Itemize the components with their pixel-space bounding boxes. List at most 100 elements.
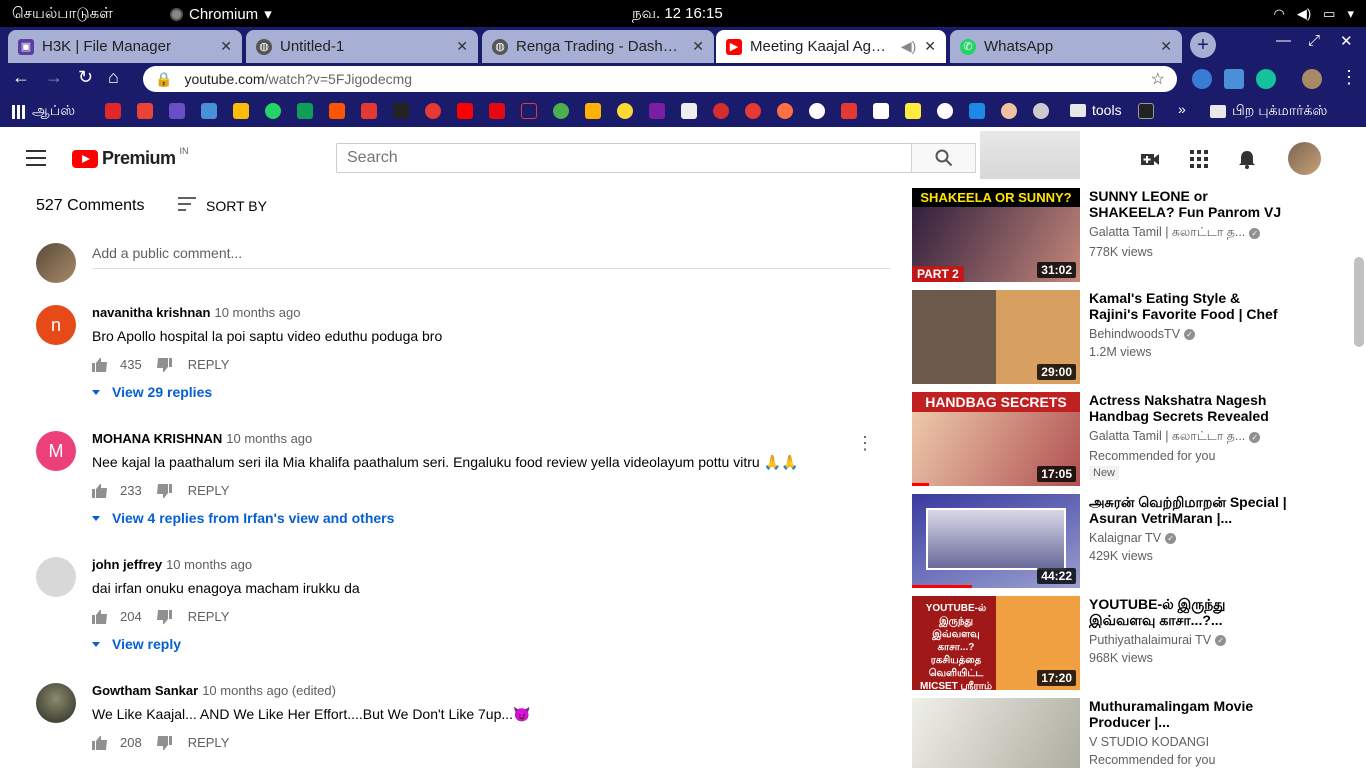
voot-icon[interactable] [649,103,665,119]
like-icon[interactable] [92,735,108,750]
activities-button[interactable]: செயல்பாடுகள் [12,5,113,24]
more-bookmarks-icon[interactable]: » [1178,101,1186,117]
channel-name[interactable]: BehindwoodsTV [1089,327,1180,341]
video-thumbnail[interactable]: HANDBAG SECRETS 17:05 [912,392,1080,486]
comment-time[interactable]: 10 months ago (edited) [202,683,336,698]
video-thumbnail[interactable]: SHAKEELA OR SUNNY? PART 2 31:02 [912,188,1080,282]
partial-video-thumbnail[interactable] [980,131,1080,179]
other-bookmarks[interactable]: பிற புக்மார்க்ஸ் [1210,102,1327,121]
dislike-icon[interactable] [156,609,172,624]
netflix-icon[interactable] [489,103,505,119]
bookmark-icon[interactable] [873,103,889,119]
bookmark-icon[interactable] [713,103,729,119]
profile-avatar[interactable] [1302,69,1322,89]
close-icon[interactable]: ✕ [692,38,704,55]
bookmark-icon[interactable] [1001,103,1017,119]
bookmark-icon[interactable] [617,103,633,119]
video-title[interactable]: Muthuramalingam Movie Producer |... [1089,698,1289,730]
bookmark-icon[interactable] [969,103,985,119]
bookmark-icon[interactable] [1033,103,1049,119]
channel-name[interactable]: Galatta Tamil | கலாட்டா த... [1089,225,1245,241]
youtube-premium-logo[interactable]: Premium IN [72,146,189,169]
vivaldi-icon[interactable] [105,103,121,119]
view-replies-button[interactable]: View reply [92,636,181,652]
page-scrollbar[interactable] [1352,131,1366,768]
sort-by-button[interactable]: SORT BY [178,197,267,215]
grammarly-icon[interactable] [1256,69,1276,89]
bookmark-icon[interactable] [393,103,409,119]
view-replies-button[interactable]: View 29 replies [92,384,212,400]
reply-button[interactable]: REPLY [188,609,230,624]
video-card[interactable]: 29:00 Kamal's Eating Style & Rajini's Fa… [912,290,1352,384]
bookmark-icon[interactable] [585,103,601,119]
bookmark-icon[interactable] [169,103,185,119]
video-card[interactable]: 44:22 அசுரன் வெற்றிமாறன் Special | Asura… [912,494,1352,588]
create-video-icon[interactable] [1140,149,1160,169]
tab-renga-trading[interactable]: ◍ Renga Trading - Dashboard ✕ [482,30,714,63]
video-title[interactable]: SUNNY LEONE or SHAKEELA? Fun Panrom VJ S… [1089,188,1289,220]
close-window-icon[interactable]: ✕ [1340,32,1353,50]
close-icon[interactable]: ✕ [1160,38,1172,55]
bookmark-icon[interactable] [809,103,825,119]
youtube-icon[interactable] [457,103,473,119]
video-thumbnail[interactable] [912,698,1080,768]
bookmark-icon[interactable] [553,103,569,119]
like-icon[interactable] [92,609,108,624]
bookmark-folder-tools[interactable]: tools [1070,102,1122,118]
comment-time[interactable]: 10 months ago [166,557,252,572]
app-menu[interactable]: Chromium ▾ [170,5,272,23]
channel-name[interactable]: V STUDIO KODANGI [1089,735,1209,749]
dislike-icon[interactable] [156,357,172,372]
avatar[interactable] [36,557,76,597]
video-card[interactable]: SHAKEELA OR SUNNY? PART 2 31:02 SUNNY LE… [912,188,1352,282]
bookmark-icon[interactable] [521,103,537,119]
maximize-icon[interactable]: ⤢ [1308,32,1320,49]
channel-name[interactable]: Puthiyathalaimurai TV [1089,633,1211,647]
drive-icon[interactable] [233,103,249,119]
add-comment-input[interactable]: Add a public comment... [92,245,890,269]
extension-icon[interactable] [1224,69,1244,89]
video-card[interactable]: Muthuramalingam Movie Producer |... V ST… [912,698,1352,768]
forward-icon[interactable]: → [45,67,63,88]
comment-author[interactable]: MOHANA KRISHNAN [92,431,222,446]
comment-author[interactable]: Gowtham Sankar [92,683,198,698]
comment-author[interactable]: navanitha krishnan [92,305,210,320]
back-icon[interactable]: ← [12,67,30,88]
google-icon[interactable] [937,103,953,119]
reply-button[interactable]: REPLY [188,735,230,750]
tab-whatsapp[interactable]: ✆ WhatsApp ✕ [950,30,1182,63]
menu-dots-icon[interactable]: ⋮ [1340,67,1358,88]
reply-button[interactable]: REPLY [188,357,230,372]
video-title[interactable]: YOUTUBE-ல் இருந்து இவ்வளவு காசா...?... [1089,596,1289,628]
dislike-icon[interactable] [156,735,172,750]
comment-time[interactable]: 10 months ago [226,431,312,446]
bookmark-icon[interactable] [745,103,761,119]
gmail-icon[interactable] [137,103,153,119]
close-icon[interactable]: ✕ [220,38,232,55]
notifications-bell-icon[interactable] [1237,149,1257,169]
avatar[interactable]: M [36,431,76,471]
video-card[interactable]: YOUTUBE-ல் இருந்து இவ்வளவு காசா...? ரகசி… [912,596,1352,690]
channel-name[interactable]: Galatta Tamil | கலாட்டா த... [1089,429,1245,445]
bookmark-apps[interactable]: ஆப்ஸ் [12,102,75,121]
speaker-icon[interactable]: ◀) [901,38,916,55]
video-title[interactable]: Actress Nakshatra Nagesh Handbag Secrets… [1089,392,1289,424]
bookmark-icon[interactable] [1138,103,1154,119]
home-icon[interactable]: ⌂ [108,67,119,88]
tab-untitled[interactable]: ◍ Untitled-1 ✕ [246,30,478,63]
address-bar[interactable]: 🔒 youtube.com/watch?v=5FJigodecmg ☆ [143,66,1177,92]
close-icon[interactable]: ✕ [456,38,468,55]
bookmark-icon[interactable] [905,103,921,119]
bookmark-icon[interactable] [201,103,217,119]
comment-time[interactable]: 10 months ago [214,305,300,320]
hamburger-menu-icon[interactable] [26,150,46,166]
reply-button[interactable]: REPLY [188,483,230,498]
tab-youtube[interactable]: ▶ Meeting Kaajal Agarwal ◀) ✕ [716,30,946,63]
soundcloud-icon[interactable] [329,103,345,119]
scrollbar-thumb[interactable] [1354,257,1364,347]
whatsapp-icon[interactable] [265,103,281,119]
bookmark-icon[interactable] [681,103,697,119]
extension-icon[interactable] [1192,69,1212,89]
account-avatar[interactable] [1288,142,1321,175]
bookmark-icon[interactable] [361,103,377,119]
